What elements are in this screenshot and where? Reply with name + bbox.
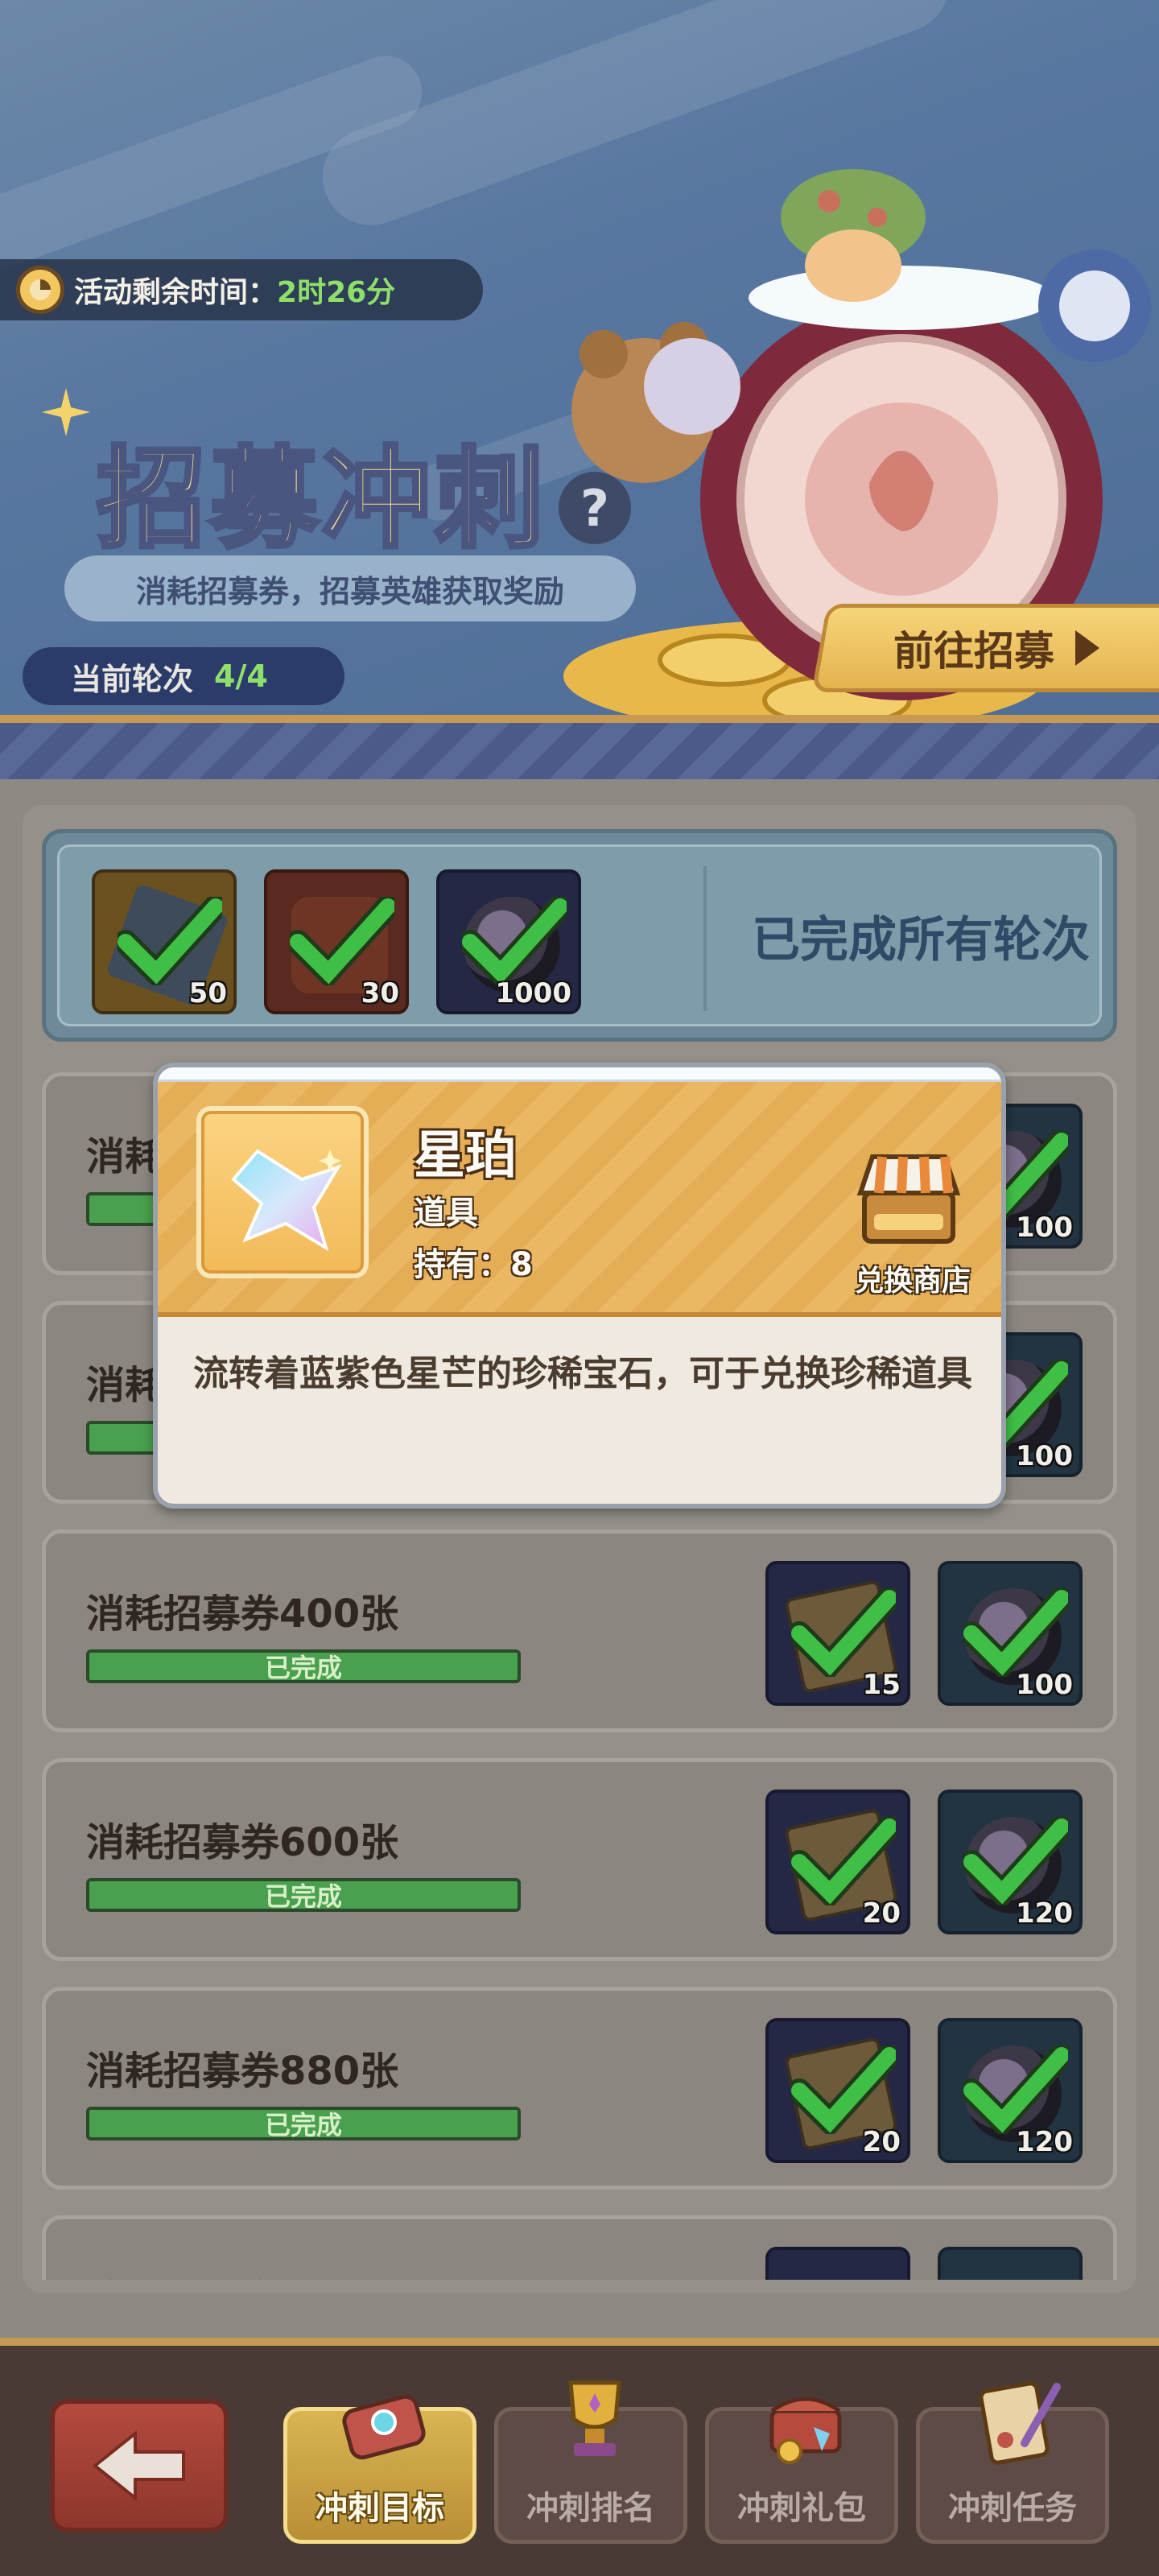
reward-item[interactable]: 30: [264, 869, 409, 1014]
reward-quantity: 20: [862, 2126, 901, 2158]
round-label: 当前轮次: [71, 661, 194, 697]
tab-sprint-ranking[interactable]: 冲刺排名: [494, 2380, 687, 2544]
item-type: 道具: [414, 1195, 478, 1232]
event-banner: 活动剩余时间： 2时26分 招募冲刺 ? 消耗招募券，招募英雄获取奖励 当前轮次…: [0, 0, 1159, 724]
round-value: 4/4: [214, 658, 268, 694]
reward-item[interactable]: [938, 2247, 1083, 2280]
item-tooltip: 星珀 道具 持有：8 兑换商店 流转着蓝紫色星芒的珍稀宝石，可于兑换珍稀道具: [153, 1063, 1006, 1509]
item-icon-frame: [196, 1106, 369, 1278]
item-owned: 持有：8: [414, 1246, 533, 1283]
reward-quantity: 30: [361, 977, 399, 1009]
event-timer: 活动剩余时间： 2时26分: [0, 259, 483, 320]
panel-header-band: [0, 715, 1159, 779]
reward-item[interactable]: 50: [92, 869, 237, 1014]
play-arrow-icon: [1075, 630, 1099, 666]
tab-label: 冲刺礼包: [737, 2490, 866, 2527]
shop-icon: [856, 1154, 961, 1244]
task-title: 消耗招募券600张: [86, 1820, 399, 1865]
task-title: 消耗招募券1200张: [86, 2268, 426, 2280]
back-button[interactable]: [50, 2399, 229, 2533]
reward-item[interactable]: 100: [938, 1561, 1083, 1706]
gift-chest-icon: [769, 2396, 842, 2464]
reward-quantity: 50: [188, 977, 227, 1009]
current-round: 当前轮次 4/4: [23, 647, 344, 705]
quest-scroll-icon: [979, 2381, 1061, 2465]
task-title: 消耗: [86, 1363, 164, 1408]
tab-sprint-gift[interactable]: 冲刺礼包: [705, 2396, 898, 2544]
goto-recruit-label: 前往招募: [893, 628, 1054, 675]
progress-bar: 已完成: [86, 1649, 521, 1683]
task-card: 消耗招募券880张 已完成 20 120: [42, 1987, 1117, 2190]
reward-item[interactable]: 120: [938, 2018, 1083, 2163]
task-title: 消耗招募券400张: [86, 1591, 399, 1637]
reward-item[interactable]: 120: [938, 1790, 1083, 1934]
task-list[interactable]: 50 30 1000 已完成所有轮次 消耗 100 消耗 100 消耗招募券40…: [42, 829, 1117, 2280]
check-icon: [462, 897, 567, 985]
back-arrow-icon: [92, 2429, 185, 2502]
reward-quantity: 100: [1016, 1212, 1073, 1244]
exchange-shop-button[interactable]: 兑换商店: [832, 1145, 977, 1298]
sparkle-icon: [42, 388, 90, 436]
event-subtitle: 消耗招募券，招募英雄获取奖励: [64, 555, 636, 621]
tab-sprint-task[interactable]: 冲刺任务: [916, 2381, 1109, 2544]
check-icon: [791, 1817, 896, 1905]
check-icon: [963, 2046, 1068, 2134]
item-description: 流转着蓝紫色星芒的珍稀宝石，可于兑换珍稀道具: [193, 1353, 972, 1394]
goto-recruit-button[interactable]: 前往招募: [811, 604, 1159, 692]
progress-bar: 已完成: [86, 2107, 521, 2140]
reward-quantity: 20: [862, 1897, 901, 1930]
timer-value: 2时26分: [277, 276, 396, 309]
event-title: 招募冲刺: [95, 435, 547, 566]
shop-label: 兑换商店: [854, 1265, 971, 1298]
reward-item[interactable]: 20: [765, 2018, 910, 2163]
task-card: 消耗招募券600张 已完成 20 120: [42, 1758, 1117, 1961]
tab-sprint-goal[interactable]: 冲刺目标: [283, 2394, 476, 2544]
check-icon: [963, 1588, 1068, 1677]
reward-quantity: 120: [1016, 2126, 1073, 2158]
trophy-icon: [568, 2380, 621, 2456]
task-card: 消耗招募券400张 已完成 15 100: [42, 1530, 1117, 1732]
star-gem-icon: [231, 1149, 342, 1252]
task-title: 消耗: [86, 1134, 164, 1179]
tab-label: 冲刺任务: [948, 2490, 1077, 2527]
bottom-nav: 冲刺目标 冲刺排名 冲刺礼包 冲刺任务: [0, 2338, 1159, 2576]
task-card: 消耗招募券1200张: [42, 2215, 1117, 2280]
reward-quantity: 100: [1016, 1440, 1073, 1472]
divider: [703, 866, 707, 1011]
reward-quantity: 1000: [495, 977, 571, 1009]
check-icon: [791, 1588, 896, 1677]
check-icon: [963, 1817, 1068, 1905]
round-status: 已完成所有轮次: [752, 911, 1090, 968]
task-title: 消耗招募券880张: [86, 2049, 399, 2094]
check-icon: [791, 2046, 896, 2134]
clock-icon: [16, 266, 64, 314]
timer-label: 活动剩余时间：: [74, 276, 278, 309]
reward-quantity: 15: [862, 1669, 901, 1701]
check-icon: [290, 897, 394, 985]
check-icon: [118, 897, 222, 985]
reward-item[interactable]: [765, 2247, 910, 2280]
reward-quantity: 120: [1016, 1897, 1073, 1930]
reward-quantity: 100: [1016, 1669, 1073, 1701]
progress-bar: 已完成: [86, 1878, 521, 1912]
reward-item[interactable]: 15: [765, 1561, 910, 1706]
round-reward-card: 50 30 1000 已完成所有轮次: [42, 829, 1117, 1042]
reward-item[interactable]: 20: [765, 1790, 910, 1934]
item-name: 星珀: [414, 1126, 517, 1186]
tab-label: 冲刺目标: [316, 2490, 444, 2527]
tooltip-header: 星珀 道具 持有：8 兑换商店: [158, 1067, 1001, 1317]
reward-item[interactable]: 1000: [436, 869, 581, 1014]
scroll-icon: [342, 2394, 426, 2460]
tab-label: 冲刺排名: [526, 2490, 655, 2527]
snow-trim: [158, 1067, 1001, 1082]
